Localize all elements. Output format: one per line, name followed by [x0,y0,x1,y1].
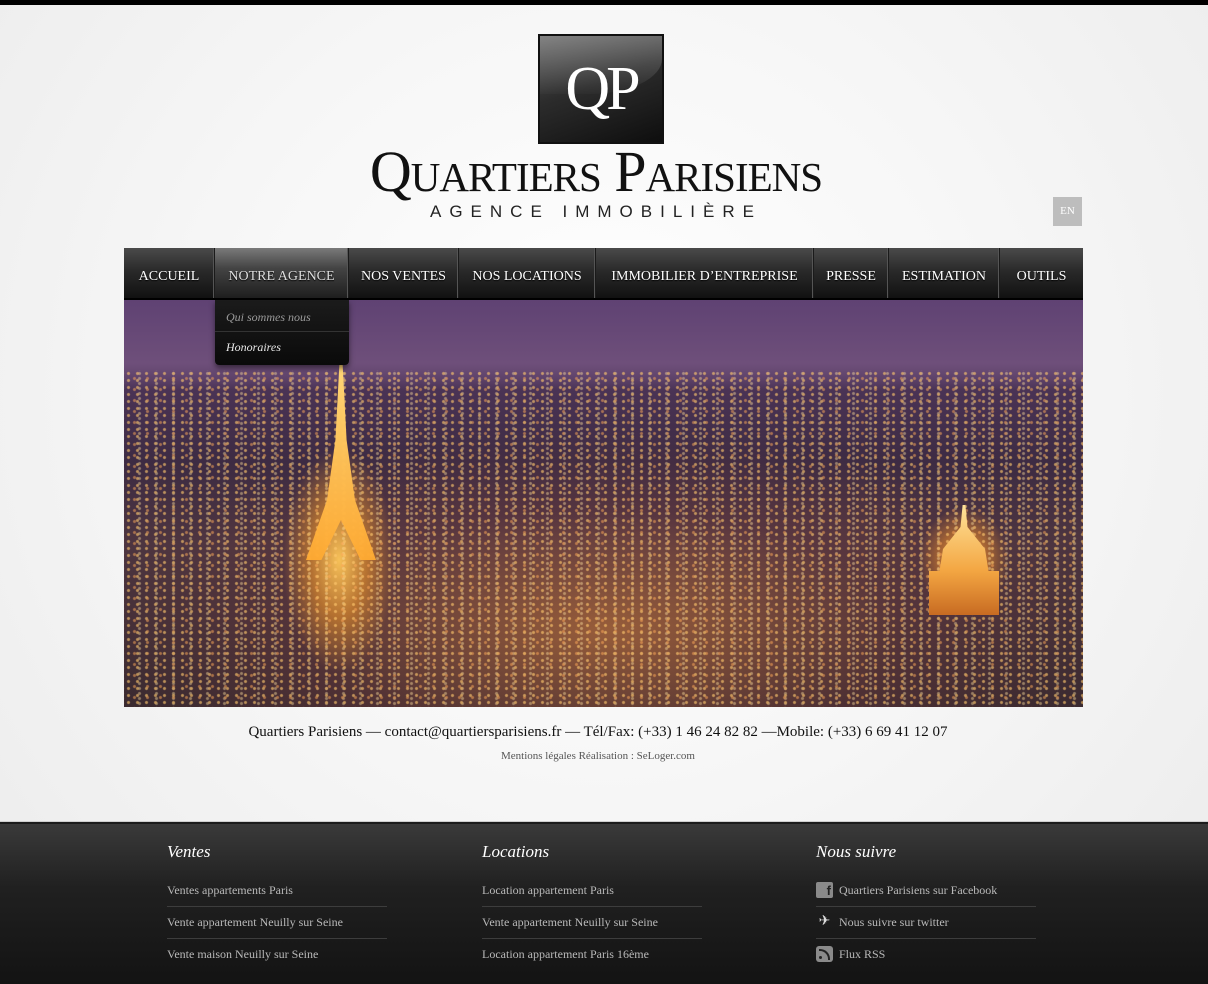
dropdown-item-honoraires[interactable]: Honoraires [215,332,349,362]
dropdown-item-qui-sommes-nous[interactable]: Qui sommes nous [215,302,349,332]
footer-column-locations: Locations Location appartement Paris Ven… [482,842,702,971]
agency-logo[interactable]: QP Quartiers Parisiens AGENCE IMMOBILIÈR… [338,34,854,224]
footer-social-title: Nous suivre [816,842,897,861]
footer-facebook-link[interactable]: f Quartiers Parisiens sur Facebook [816,875,1036,907]
footer-facebook-label: Quartiers Parisiens sur Facebook [839,883,998,897]
site-footer: Ventes Ventes appartements Paris Vente a… [0,821,1208,984]
footer-rss-label: Flux RSS [839,947,886,961]
nav-item-presse[interactable]: PRESSE [814,248,889,298]
logo-monogram: QP [565,55,640,123]
nav-item-accueil[interactable]: ACCUEIL [124,248,215,298]
footer-link[interactable]: Vente appartement Neuilly sur Seine [167,907,387,939]
footer-column-ventes: Ventes Ventes appartements Paris Vente a… [167,842,387,971]
nav-item-nos-locations[interactable]: NOS LOCATIONS [459,248,596,298]
top-border [0,0,1208,5]
contact-info: Quartiers Parisiens — contact@quartiersp… [248,724,948,740]
main-navigation: ACCUEIL NOTRE AGENCE NOS VENTES NOS LOCA… [124,248,1083,300]
facebook-icon: f [816,882,833,899]
twitter-bird-icon: ✈ [818,914,831,930]
footer-link[interactable]: Ventes appartements Paris [167,875,387,907]
footer-link[interactable]: Location appartement Paris [482,875,702,907]
footer-link[interactable]: Vente maison Neuilly sur Seine [167,939,387,971]
credits-links[interactable]: Mentions légales Réalisation : SeLoger.c… [0,750,1196,762]
notre-agence-dropdown: Qui sommes nous Honoraires [215,300,349,365]
logo-agency-name: Quartiers Parisiens [369,139,823,204]
footer-link[interactable]: Location appartement Paris 16ème [482,939,702,971]
logo-tagline: AGENCE IMMOBILIÈRE [430,202,762,221]
footer-twitter-label: Nous suivre sur twitter [839,915,949,929]
nav-item-notre-agence[interactable]: NOTRE AGENCE [215,248,349,298]
footer-rss-link[interactable]: Flux RSS [816,939,1036,971]
footer-link[interactable]: Vente appartement Neuilly sur Seine [482,907,702,939]
language-switch-button[interactable]: EN [1053,197,1082,226]
nav-item-estimation[interactable]: ESTIMATION [889,248,1000,298]
footer-locations-title: Locations [482,842,550,861]
footer-twitter-link[interactable]: ✈ Nous suivre sur twitter [816,907,1036,939]
nav-item-nos-ventes[interactable]: NOS VENTES [349,248,459,298]
logo-monogram-box: QP [538,34,664,144]
nav-item-outils[interactable]: OUTILS [1000,248,1083,298]
hero-city-lights [124,370,1083,707]
nav-item-immobilier-entreprise[interactable]: IMMOBILIER D’ENTREPRISE [596,248,814,298]
footer-ventes-title: Ventes [167,842,211,861]
footer-column-social: Nous suivre f Quartiers Parisiens sur Fac… [816,842,1036,971]
rss-icon [816,946,833,963]
